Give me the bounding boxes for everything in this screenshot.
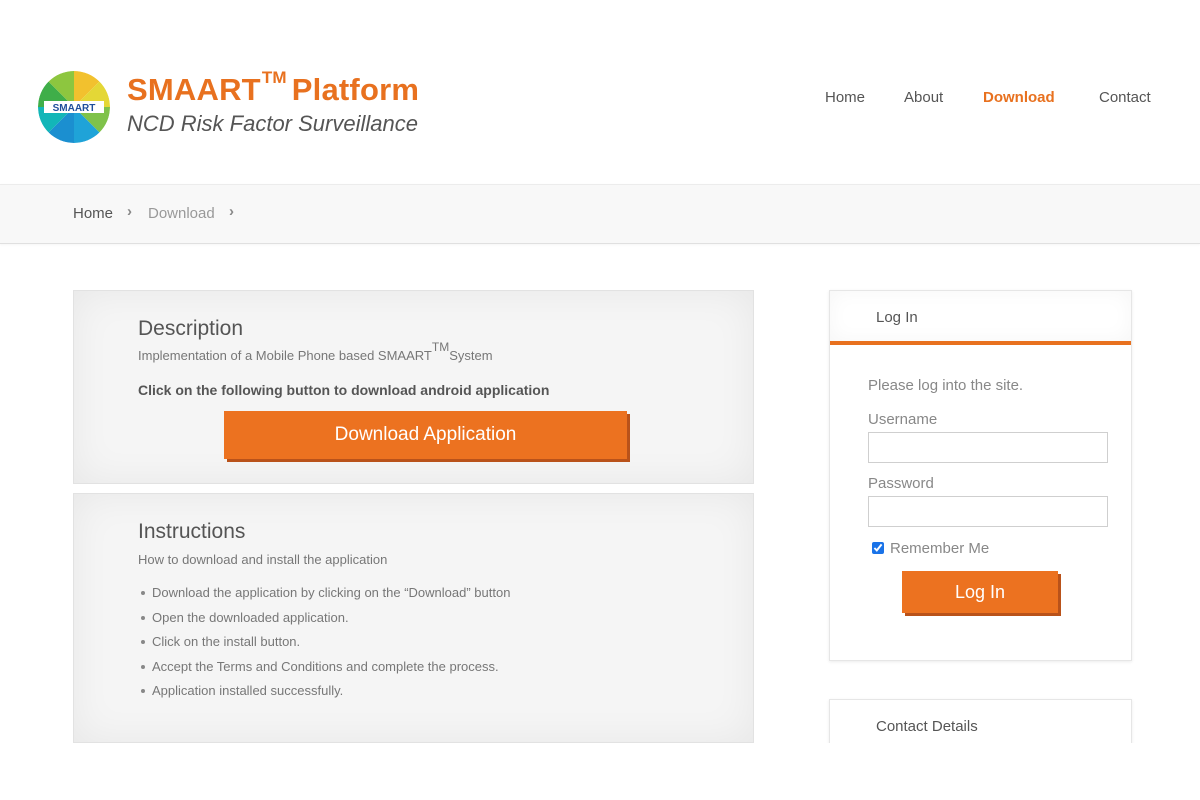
- page-bottom-fade: [0, 743, 1200, 800]
- list-item: Click on the install button.: [140, 633, 510, 658]
- password-field[interactable]: [868, 496, 1108, 527]
- description-panel: Description Implementation of a Mobile P…: [73, 290, 754, 484]
- brand-trademark: TM: [261, 68, 287, 87]
- description-subtitle: Implementation of a Mobile Phone based S…: [138, 340, 493, 363]
- nav-item-download[interactable]: Download: [983, 89, 1055, 106]
- nav-item-contact[interactable]: Contact: [1099, 89, 1151, 106]
- nav-item-about[interactable]: About: [904, 89, 943, 106]
- description-subtitle-text: Implementation of a Mobile Phone based S…: [138, 348, 432, 363]
- description-trademark: TM: [431, 340, 450, 354]
- login-header: Log In: [830, 291, 1131, 345]
- login-heading: Log In: [876, 309, 918, 326]
- download-application-button[interactable]: Download Application: [224, 411, 627, 459]
- breadcrumb: Home › Download ›: [0, 184, 1200, 244]
- remember-me-label: Remember Me: [890, 540, 990, 557]
- login-widget: Log In Please log into the site. Usernam…: [829, 290, 1132, 661]
- breadcrumb-current: Download: [148, 205, 215, 222]
- nav-item-home[interactable]: Home: [825, 89, 865, 106]
- description-title: Description: [138, 317, 244, 340]
- password-label: Password: [868, 475, 934, 492]
- remember-me[interactable]: Remember Me: [872, 540, 989, 557]
- list-item: Accept the Terms and Conditions and comp…: [140, 658, 510, 683]
- remember-me-checkbox[interactable]: [872, 542, 884, 554]
- login-button[interactable]: Log In: [902, 571, 1058, 613]
- main-nav: Home About Download Contact: [0, 89, 1200, 111]
- instructions-subtitle: How to download and install the applicat…: [138, 552, 388, 567]
- download-instruction: Click on the following button to downloa…: [138, 382, 550, 398]
- list-item: Application installed successfully.: [140, 682, 510, 707]
- chevron-right-icon: ›: [229, 203, 234, 220]
- list-item: Download the application by clicking on …: [140, 584, 510, 609]
- description-subtitle-end: System: [449, 348, 493, 363]
- instructions-title: Instructions: [138, 520, 246, 543]
- login-intro: Please log into the site.: [868, 377, 1024, 394]
- site-header: SMAART SMAARTTM Platform NCD Risk Factor …: [0, 0, 1200, 184]
- instructions-list: Download the application by clicking on …: [140, 584, 510, 707]
- username-label: Username: [868, 411, 938, 428]
- chevron-right-icon: ›: [127, 203, 132, 220]
- instructions-panel: Instructions How to download and install…: [73, 493, 754, 743]
- contact-heading: Contact Details: [876, 718, 978, 735]
- brand-subtitle: NCD Risk Factor Surveillance: [127, 111, 418, 136]
- username-field[interactable]: [868, 432, 1108, 463]
- list-item: Open the downloaded application.: [140, 609, 510, 634]
- breadcrumb-home[interactable]: Home: [73, 205, 113, 222]
